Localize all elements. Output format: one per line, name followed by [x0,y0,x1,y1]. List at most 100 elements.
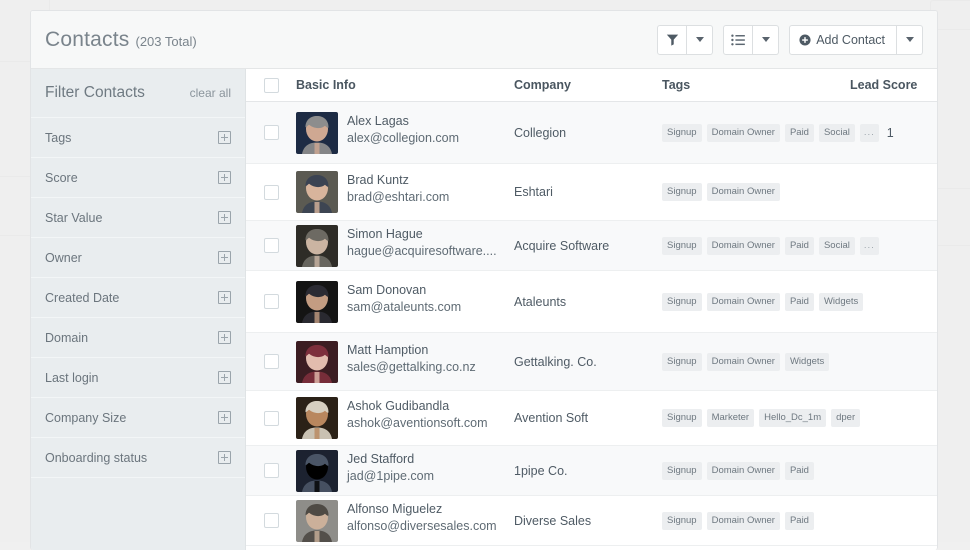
contact-identity: Jed Staffordjad@1pipe.com [347,450,434,485]
table-row[interactable]: Simon Haguehague@acquiresoftware....Acqu… [246,221,937,271]
row-select-cell [246,354,296,369]
view-dropdown-button[interactable] [753,25,779,55]
tag-pill[interactable]: dper [831,409,860,427]
row-checkbox[interactable] [264,238,279,253]
table-row[interactable]: Sam Donovansam@ataleunts.comAtaleuntsSig… [246,271,937,333]
expand-plus-icon[interactable] [218,131,231,144]
avatar [296,397,338,439]
contact-email[interactable]: ashok@aventionsoft.com [347,415,488,432]
filter-button[interactable] [657,25,687,55]
tag-pill[interactable]: Signup [662,462,702,480]
row-checkbox[interactable] [264,185,279,200]
tag-pill[interactable]: Paid [785,237,814,255]
filter-item-domain[interactable]: Domain [31,318,245,358]
filter-item-score[interactable]: Score [31,158,245,198]
contact-email[interactable]: alex@collegion.com [347,130,459,147]
tag-pill[interactable]: Paid [785,512,814,530]
tag-pill[interactable]: Hello_Dc_1m [759,409,826,427]
row-select-cell [246,125,296,140]
filter-item-star-value[interactable]: Star Value [31,198,245,238]
column-header-company[interactable]: Company [514,78,662,92]
tag-pill[interactable]: Signup [662,409,702,427]
expand-plus-icon[interactable] [218,371,231,384]
contact-name[interactable]: Simon Hague [347,226,497,243]
contact-basic-info-cell: Alex Lagasalex@collegion.com [296,112,514,154]
tag-pill[interactable]: Signup [662,353,702,371]
tag-pill[interactable]: Domain Owner [707,293,780,311]
contact-email[interactable]: jad@1pipe.com [347,468,434,485]
tag-pill[interactable]: Paid [785,293,814,311]
tag-pill[interactable]: Marketer [707,409,754,427]
filter-item-created-date[interactable]: Created Date [31,278,245,318]
table-row[interactable]: Alfonso Miguelezalfonso@diversesales.com… [246,496,937,546]
add-contact-dropdown-button[interactable] [897,25,923,55]
table-row[interactable]: Ashok Gudibandlaashok@aventionsoft.comAv… [246,391,937,446]
tag-pill[interactable]: Paid [785,462,814,480]
filter-item-onboarding-status[interactable]: Onboarding status [31,438,245,478]
filter-item-tags[interactable]: Tags [31,118,245,158]
row-checkbox[interactable] [264,513,279,528]
table-row[interactable]: Matt Hamptionsales@gettalking.co.nzGetta… [246,333,937,391]
contact-email[interactable]: sales@gettalking.co.nz [347,359,476,376]
contact-email[interactable]: hague@acquiresoftware.... [347,243,497,260]
row-checkbox[interactable] [264,125,279,140]
tag-pill[interactable]: Domain Owner [707,353,780,371]
contact-name[interactable]: Sam Donovan [347,282,461,299]
tag-pill[interactable]: Signup [662,293,702,311]
contact-tags-cell: Signup Domain Owner Paid Social... [662,237,879,255]
list-view-button[interactable] [723,25,753,55]
more-tags-indicator[interactable]: ... [860,237,879,255]
expand-plus-icon[interactable] [218,411,231,424]
tag-pill[interactable]: Signup [662,124,702,142]
tag-pill[interactable]: Widgets [819,293,863,311]
filter-item-owner[interactable]: Owner [31,238,245,278]
expand-plus-icon[interactable] [218,171,231,184]
expand-plus-icon[interactable] [218,331,231,344]
contact-name[interactable]: Ashok Gudibandla [347,398,488,415]
row-checkbox[interactable] [264,354,279,369]
row-checkbox[interactable] [264,294,279,309]
tag-pill[interactable]: Signup [662,183,702,201]
contact-name[interactable]: Matt Hamption [347,342,476,359]
tag-pill[interactable]: Domain Owner [707,237,780,255]
expand-plus-icon[interactable] [218,291,231,304]
tag-pill[interactable]: Signup [662,512,702,530]
contact-tags-cell: Signup Marketer Hello_Dc_1m dper [662,409,860,427]
table-row[interactable]: Jed Staffordjad@1pipe.com1pipe Co.Signup… [246,446,937,496]
filter-item-last-login[interactable]: Last login [31,358,245,398]
expand-plus-icon[interactable] [218,451,231,464]
contact-email[interactable]: brad@eshtari.com [347,189,449,206]
contact-name[interactable]: Brad Kuntz [347,172,449,189]
tag-pill[interactable]: Domain Owner [707,124,780,142]
row-checkbox[interactable] [264,411,279,426]
contact-tags-cell: Signup Domain Owner Widgets [662,353,842,371]
select-all-checkbox[interactable] [264,78,279,93]
filter-dropdown-button[interactable] [687,25,713,55]
tag-pill[interactable]: Domain Owner [707,183,780,201]
contact-name[interactable]: Jed Stafford [347,451,434,468]
tag-pill[interactable]: Paid [785,124,814,142]
table-row[interactable]: Brad Kuntzbrad@eshtari.comEshtariSignupD… [246,164,937,221]
more-tags-indicator[interactable]: ... [860,124,879,142]
contact-email[interactable]: alfonso@diversesales.com [347,518,497,535]
column-header-lead-score[interactable]: Lead Score [842,78,937,92]
filter-item-company-size[interactable]: Company Size [31,398,245,438]
contact-name[interactable]: Alex Lagas [347,113,459,130]
row-checkbox[interactable] [264,463,279,478]
table-row[interactable]: Alex Lagasalex@collegion.comCollegionSig… [246,102,937,164]
column-header-tags[interactable]: Tags [662,78,842,92]
clear-all-filters-link[interactable]: clear all [190,86,231,100]
tag-pill[interactable]: Widgets [785,353,829,371]
avatar [296,112,338,154]
tag-pill[interactable]: Social [819,124,855,142]
tag-pill[interactable]: Social [819,237,855,255]
contact-name[interactable]: Alfonso Miguelez [347,501,497,518]
expand-plus-icon[interactable] [218,251,231,264]
tag-pill[interactable]: Domain Owner [707,512,780,530]
tag-pill[interactable]: Signup [662,237,702,255]
tag-pill[interactable]: Domain Owner [707,462,780,480]
contact-email[interactable]: sam@ataleunts.com [347,299,461,316]
expand-plus-icon[interactable] [218,211,231,224]
add-contact-button[interactable]: Add Contact [789,25,897,55]
column-header-basic-info[interactable]: Basic Info [296,78,514,92]
